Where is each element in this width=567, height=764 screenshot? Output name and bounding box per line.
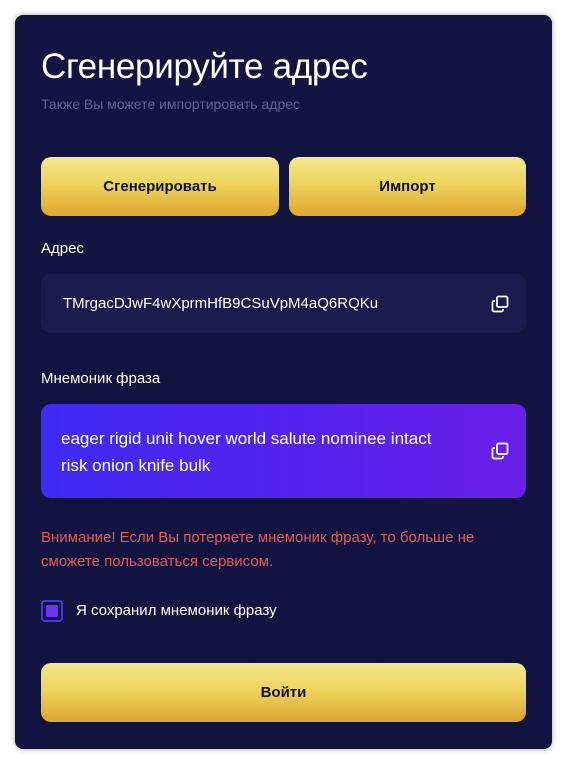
generate-button[interactable]: Сгенерировать <box>41 157 279 216</box>
mnemonic-label: Мнемоник фраза <box>41 370 161 387</box>
address-value: TMrgacDJwF4wXprmHfB9CSuVpM4aQ6RQKu <box>63 295 379 312</box>
copy-icon[interactable] <box>491 442 509 460</box>
page-title: Сгенерируйте адрес <box>41 47 368 86</box>
warning-message: Внимание! Если Вы потеряете мнемоник фра… <box>41 529 475 570</box>
save-mnemonic-label[interactable]: Я сохранил мнемоник фразу <box>76 602 277 620</box>
address-field: TMrgacDJwF4wXprmHfB9CSuVpM4aQ6RQKu <box>41 274 526 333</box>
generate-address-card: Сгенерируйте адрес Также Вы можете импор… <box>15 15 552 749</box>
page-subtitle: Также Вы можете импортировать адрес <box>41 96 301 112</box>
mnemonic-field: eager rigid unit hover world salute nomi… <box>41 404 526 498</box>
import-button[interactable]: Импорт <box>289 157 526 216</box>
copy-icon[interactable] <box>491 295 509 313</box>
login-button[interactable]: Войти <box>41 663 526 722</box>
checkbox-check-mark <box>46 605 58 617</box>
address-label: Адрес <box>41 240 84 257</box>
mnemonic-value: eager rigid unit hover world salute nomi… <box>61 429 432 475</box>
save-mnemonic-checkbox[interactable] <box>41 600 63 622</box>
